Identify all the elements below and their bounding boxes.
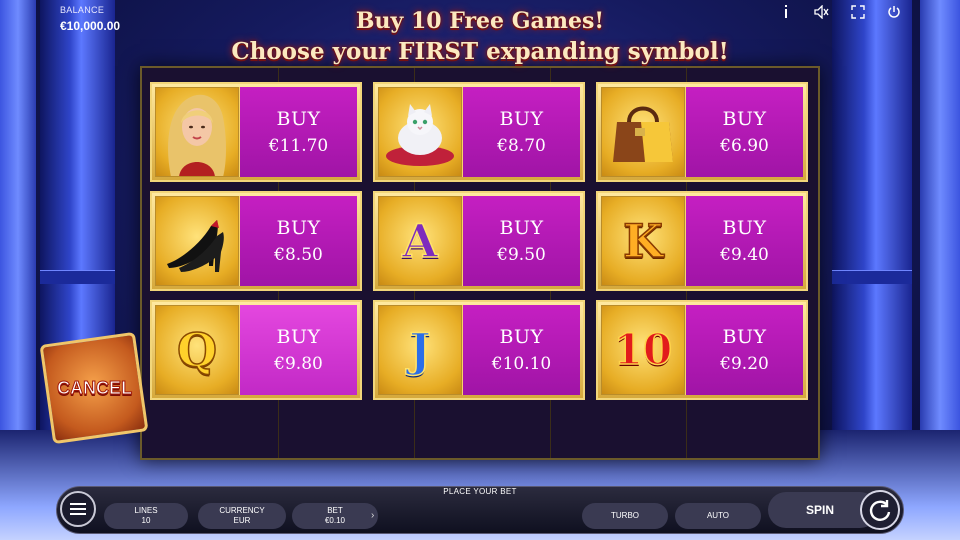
symbol-letter: J	[408, 323, 431, 377]
buy-card-a[interactable]: A BUY €9.50	[373, 191, 585, 291]
letter-q-icon: Q	[155, 305, 239, 395]
bet-selector[interactable]: BET €0.10	[292, 503, 378, 529]
headline-title: Buy 10 Free Games!	[355, 8, 605, 34]
cancel-button[interactable]: CANCEL	[39, 331, 149, 445]
right-pillar-inner	[832, 0, 912, 480]
ten-icon: 10	[601, 305, 685, 395]
high-heel-icon	[155, 196, 239, 286]
pillar-ledge	[40, 270, 115, 284]
pillar-ledge	[832, 270, 912, 284]
buy-price: €6.90	[720, 136, 769, 156]
buy-price-panel: BUY €9.20	[685, 305, 803, 395]
symbol-letter: K	[622, 214, 663, 268]
buy-price: €8.50	[274, 245, 323, 265]
handbag-icon	[601, 87, 685, 177]
bet-value: €0.10	[324, 516, 346, 525]
buy-label: BUY	[499, 217, 544, 239]
buy-card-handbag[interactable]: BUY €6.90	[596, 82, 808, 182]
buy-card-j[interactable]: J BUY €10.10	[373, 300, 585, 400]
bet-label: BET	[327, 506, 343, 515]
menu-icon-line	[70, 503, 86, 505]
symbol-letter: A	[401, 214, 438, 268]
buy-price: €11.70	[268, 136, 329, 156]
lines-label: LINES	[134, 506, 158, 515]
buy-label: BUY	[499, 108, 544, 130]
cancel-label: CANCEL	[56, 377, 132, 398]
buy-card-10[interactable]: 10 BUY €9.20	[596, 300, 808, 400]
buy-price-panel: BUY €8.50	[239, 196, 357, 286]
buy-price: €9.80	[274, 354, 323, 374]
buy-card-woman[interactable]: BUY €11.70	[150, 82, 362, 182]
lines-value: 10	[141, 516, 151, 525]
buy-price: €9.50	[497, 245, 546, 265]
symbol-letter: Q	[176, 323, 218, 377]
buy-price-panel: BUY €9.80	[239, 305, 357, 395]
left-pillar-outer	[0, 0, 36, 480]
buy-price: €8.70	[497, 136, 546, 156]
buy-feature-grid: BUY €11.70 BUY €8.70 BUY €6.90 BUY €8.50…	[150, 82, 808, 400]
currency-selector[interactable]: CURRENCY EUR	[198, 503, 286, 529]
currency-label: CURRENCY	[219, 506, 265, 515]
buy-card-q[interactable]: Q BUY €9.80	[150, 300, 362, 400]
spin-label: SPIN	[806, 503, 835, 517]
buy-card-heels[interactable]: BUY €8.50	[150, 191, 362, 291]
lines-selector[interactable]: LINES 10	[104, 503, 188, 529]
buy-label: BUY	[722, 108, 767, 130]
buy-price: €9.20	[720, 354, 769, 374]
buy-price: €10.10	[491, 354, 552, 374]
auto-button[interactable]: AUTO	[675, 503, 761, 529]
buy-price-panel: BUY €8.70	[462, 87, 580, 177]
letter-a-icon: A	[378, 196, 462, 286]
buy-card-cat[interactable]: BUY €8.70	[373, 82, 585, 182]
turbo-label: TURBO	[611, 511, 639, 520]
letter-k-icon: K	[601, 196, 685, 286]
auto-label: AUTO	[706, 511, 730, 520]
symbol-letter: 10	[613, 325, 673, 374]
chevron-right-icon[interactable]: ›	[371, 510, 374, 521]
woman-icon	[155, 87, 239, 177]
turbo-button[interactable]: TURBO	[582, 503, 668, 529]
buy-card-k[interactable]: K BUY €9.40	[596, 191, 808, 291]
right-pillar-outer	[920, 0, 960, 480]
buy-price-panel: BUY €11.70	[239, 87, 357, 177]
menu-button[interactable]	[60, 491, 96, 527]
menu-icon-line	[70, 508, 86, 510]
headline-subtitle: Choose your FIRST expanding symbol!	[231, 38, 729, 65]
buy-label: BUY	[722, 217, 767, 239]
spin-icon[interactable]	[860, 490, 900, 530]
letter-j-icon: J	[378, 305, 462, 395]
buy-label: BUY	[276, 108, 321, 130]
currency-value: EUR	[233, 516, 251, 525]
buy-label: BUY	[276, 326, 321, 348]
buy-price-panel: BUY €9.50	[462, 196, 580, 286]
buy-price-panel: BUY €9.40	[685, 196, 803, 286]
buy-price-panel: BUY €10.10	[462, 305, 580, 395]
menu-icon-line	[70, 513, 86, 515]
cat-icon	[378, 87, 462, 177]
buy-price-panel: BUY €6.90	[685, 87, 803, 177]
buy-label: BUY	[722, 326, 767, 348]
buy-label: BUY	[499, 326, 544, 348]
buy-label: BUY	[276, 217, 321, 239]
buy-price: €9.40	[720, 245, 769, 265]
